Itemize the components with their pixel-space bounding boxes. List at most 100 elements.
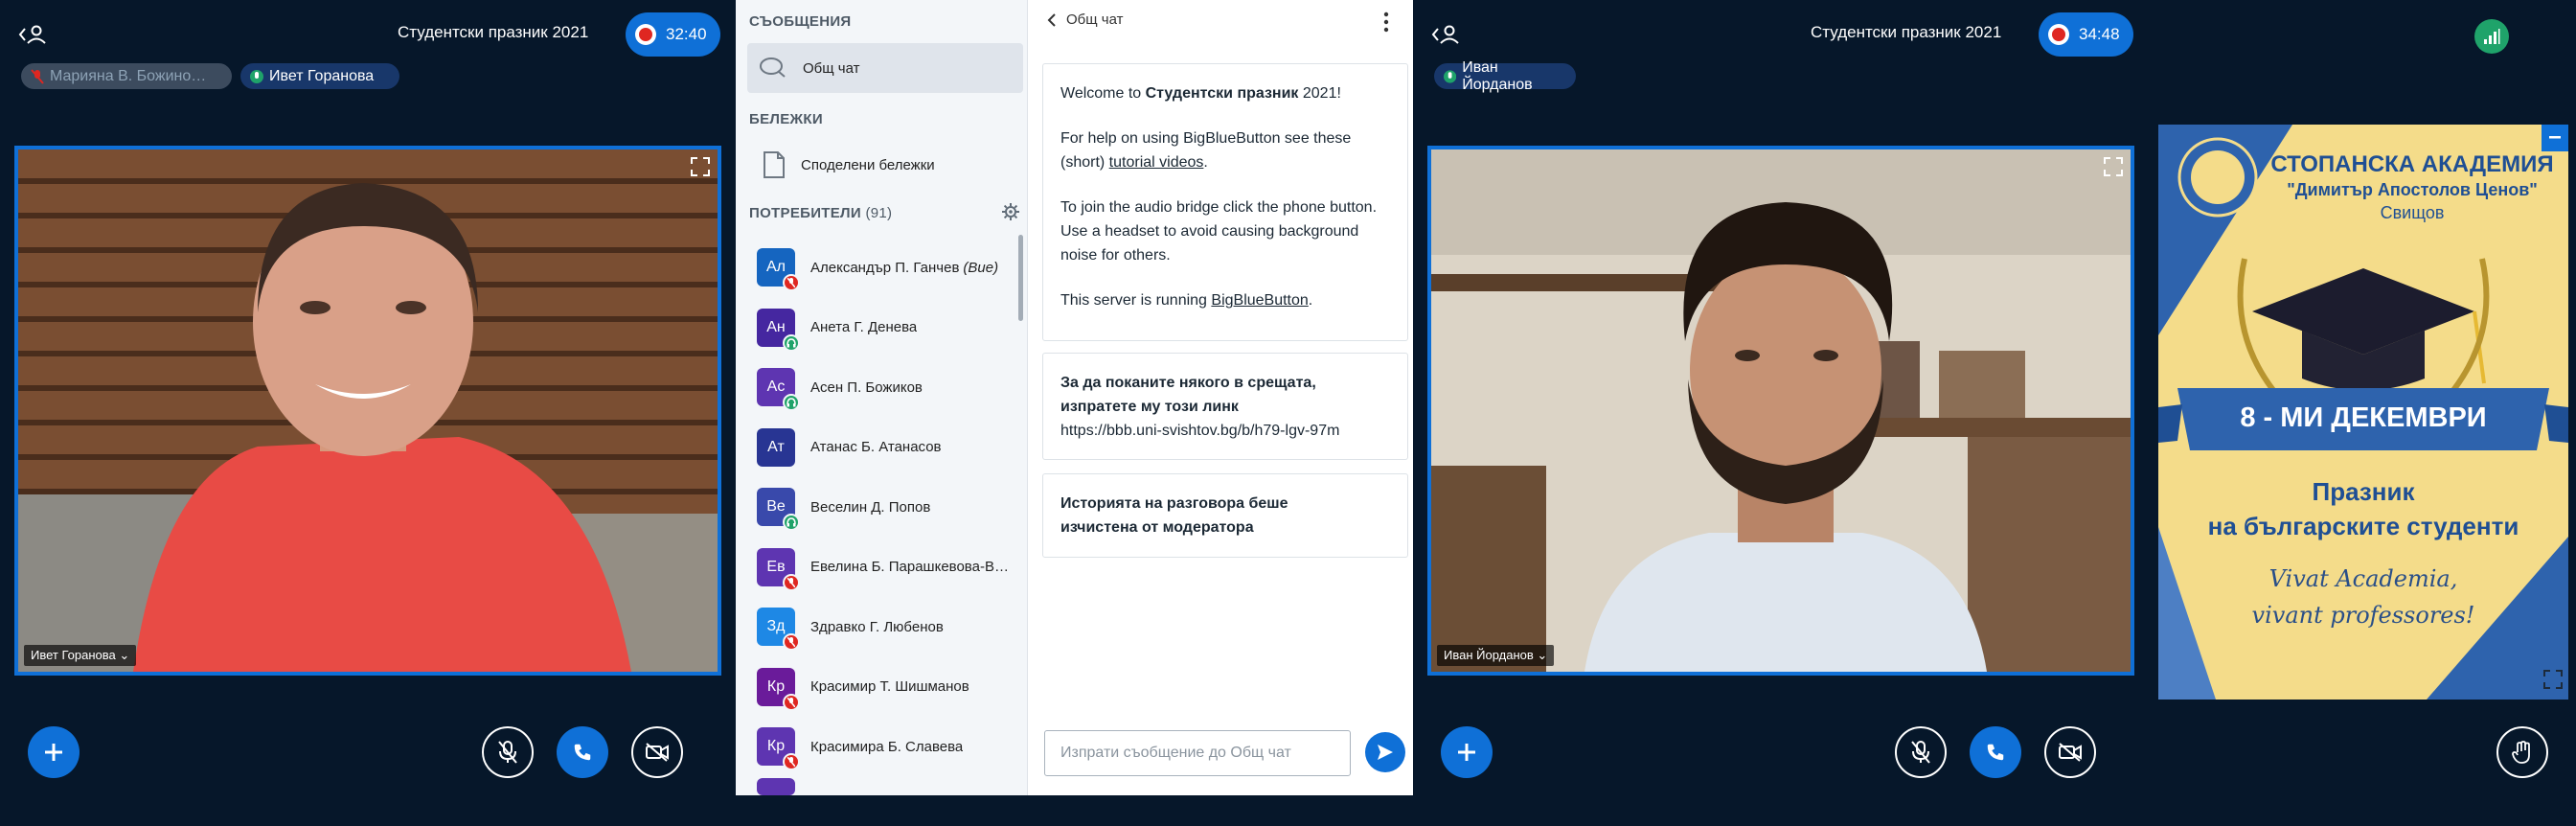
leave-audio-button[interactable] xyxy=(1970,726,2021,778)
chat-message-input[interactable]: Изпрати съобщение до Общ чат xyxy=(1044,730,1351,776)
send-icon xyxy=(1378,745,1393,760)
user-list-item[interactable]: Ан Анета Г. Денева xyxy=(757,304,1011,352)
invite-line-2: изпратете му този линк xyxy=(1060,399,1239,415)
mic-icon xyxy=(250,69,263,83)
invite-message: За да поканите някого в срещата, изпрате… xyxy=(1042,353,1408,460)
user-list-item[interactable]: Ев Евелина Б. Парашкевова-В… xyxy=(757,543,1011,591)
right-meeting-panel: Студентски празник 2021 34:48 Иван Йорда… xyxy=(1413,0,2576,795)
user-name: Веселин Д. Попов xyxy=(810,499,930,516)
user-name-text: Красимир Т. Шишманов xyxy=(810,678,969,695)
talking-indicator[interactable]: Иван Йорданов xyxy=(1434,59,1576,93)
slide-holiday-line-2: на българските студенти xyxy=(2207,512,2519,540)
right-top-bar xyxy=(1426,0,1465,69)
chat-icon xyxy=(760,57,786,78)
muted-mic-icon xyxy=(31,68,44,84)
user-name-text: Евелина Б. Парашкевова-В… xyxy=(810,559,1009,575)
hand-icon xyxy=(2512,741,2530,764)
connection-status-button[interactable] xyxy=(2474,19,2509,54)
muted-mic-icon xyxy=(783,633,800,651)
server-text: This server is running BigBlueButton. xyxy=(1060,288,1390,312)
webcam-video[interactable]: Ивет Горанова ⌄ xyxy=(14,146,721,676)
cleared-line-2: изчистена от модератора xyxy=(1060,519,1254,536)
user-avatar: Ас xyxy=(757,368,800,411)
user-name-text: Асен П. Божиков xyxy=(810,379,923,396)
slide-motto-line-1: Vivat Academia, xyxy=(2268,565,2458,592)
user-list-sidebar: СЪОБЩЕНИЯ Общ чат БЕЛЕЖКИ Споделени беле… xyxy=(736,0,1028,795)
welcome-line: Welcome to Студентски празник 2021! xyxy=(1060,81,1390,105)
server-prefix: This server is running xyxy=(1060,292,1212,309)
user-list-scrollbar[interactable] xyxy=(1018,235,1023,321)
user-name: Красимира Б. Славева xyxy=(810,739,963,755)
talking-indicator[interactable]: Ивет Горанова xyxy=(240,63,399,89)
talker-name: Ивет Горанова xyxy=(269,67,375,84)
slide-motto-line-2: vivant professores! xyxy=(2251,602,2475,629)
phone-icon xyxy=(1987,744,2004,761)
chat-back-button[interactable]: Общ чат xyxy=(1047,11,1123,28)
public-chat-label: Общ чат xyxy=(803,59,860,77)
public-chat-item[interactable]: Общ чат xyxy=(747,43,1023,93)
shared-notes-item[interactable]: Споделени бележки xyxy=(747,140,1023,190)
user-name-text: Красимира Б. Славева xyxy=(810,738,964,755)
user-name-text: Здравко Г. Любенов xyxy=(810,618,944,635)
welcome-message: Welcome to Студентски празник 2021! For … xyxy=(1042,63,1408,341)
user-list-item[interactable]: Кр Красимира Б. Славева xyxy=(757,723,1011,770)
user-name-text: Атанас Б. Атанасов xyxy=(810,439,942,455)
chat-options-button[interactable] xyxy=(1382,11,1390,37)
welcome-prefix: Welcome to xyxy=(1060,85,1146,102)
video-user-label[interactable]: Иван Йорданов ⌄ xyxy=(1437,645,1555,666)
share-webcam-button[interactable] xyxy=(2044,726,2096,778)
mute-button[interactable] xyxy=(1895,726,1947,778)
user-name: Евелина Б. Парашкевова-В… xyxy=(810,559,1009,575)
fullscreen-icon xyxy=(2543,670,2563,689)
leave-audio-button[interactable] xyxy=(557,726,608,778)
actions-button[interactable] xyxy=(1441,726,1493,778)
invite-link[interactable]: https://bbb.uni-svishtov.bg/b/h79-lgv-97… xyxy=(1060,419,1390,443)
user-list-item[interactable]: Ас Асен П. Божиков xyxy=(757,363,1011,411)
presentation-fullscreen-button[interactable] xyxy=(2543,670,2563,694)
user-avatar: Ев xyxy=(757,547,800,591)
mic-icon xyxy=(1444,69,1457,83)
user-list-item[interactable]: Зд Здравко Г. Любенов xyxy=(757,603,1011,651)
users-toggle-button[interactable] xyxy=(1426,15,1465,54)
shared-notes-label: Споделени бележки xyxy=(801,156,935,173)
user-list-item[interactable]: Ал Александър П. Ганчев (Вие) xyxy=(757,243,1011,291)
users-heading: ПОТРЕБИТЕЛИ (91) xyxy=(749,205,892,221)
notes-icon xyxy=(764,151,785,178)
invite-line-1: За да поканите някого в срещата, xyxy=(1060,375,1316,391)
webcam-video[interactable]: Иван Йорданов ⌄ xyxy=(1427,146,2134,676)
chevron-left-icon xyxy=(1047,12,1056,27)
fullscreen-button[interactable] xyxy=(691,157,710,181)
talking-indicator[interactable]: Марияна В. Божино… xyxy=(21,63,232,89)
recording-indicator[interactable]: 34:48 xyxy=(2039,12,2133,57)
video-user-label[interactable]: Ивет Горанова ⌄ xyxy=(24,645,137,666)
server-end: . xyxy=(1308,292,1313,309)
user-list-item[interactable]: Ат Атанас Б. Атанасов xyxy=(757,424,1011,471)
minimize-presentation-button[interactable] xyxy=(2542,125,2568,151)
video-user-name: Иван Йорданов xyxy=(1444,648,1534,662)
welcome-suffix: 2021! xyxy=(1298,85,1341,102)
fullscreen-button[interactable] xyxy=(2104,157,2123,181)
share-webcam-button[interactable] xyxy=(631,726,683,778)
users-toggle-button[interactable] xyxy=(13,15,52,54)
user-list-item-partial[interactable] xyxy=(757,778,1011,826)
send-message-button[interactable] xyxy=(1365,732,1405,772)
gear-icon xyxy=(1002,203,1019,220)
user-avatar: Ан xyxy=(757,308,800,352)
user-list-item[interactable]: Кр Красимир Т. Шишманов xyxy=(757,663,1011,711)
video-user-name: Ивет Горанова xyxy=(31,648,116,662)
tutorial-videos-link[interactable]: tutorial videos xyxy=(1109,154,1204,171)
bigbluebutton-link[interactable]: BigBlueButton xyxy=(1211,292,1308,309)
user-name-text: Веселин Д. Попов xyxy=(810,498,931,516)
fullscreen-icon xyxy=(2104,157,2123,176)
actions-button[interactable] xyxy=(28,726,80,778)
chat-panel: Общ чат Welcome to Студентски празник 20… xyxy=(1028,0,1413,795)
recording-indicator[interactable]: 32:40 xyxy=(626,12,720,57)
user-list-item[interactable]: Ве Веселин Д. Попов xyxy=(757,483,1011,531)
minus-icon xyxy=(2549,136,2561,139)
raise-hand-button[interactable] xyxy=(2496,726,2548,778)
notes-heading: БЕЛЕЖКИ xyxy=(749,111,823,127)
user-options-button[interactable] xyxy=(1002,203,1019,225)
mute-button[interactable] xyxy=(482,726,534,778)
presentation-slide[interactable]: СТОПАНСКА АКАДЕМИЯ "Димитър Апостолов Це… xyxy=(2158,125,2568,700)
user-avatar: Ат xyxy=(757,427,795,467)
